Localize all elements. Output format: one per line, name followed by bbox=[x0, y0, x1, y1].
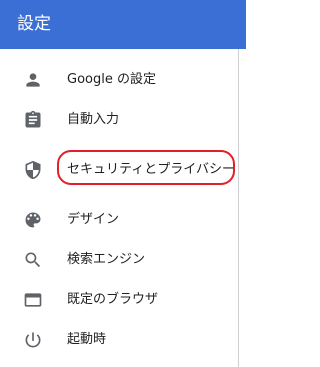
sidebar-item-label: 起動時 bbox=[67, 332, 107, 347]
search-icon bbox=[23, 250, 43, 270]
browser-icon bbox=[23, 290, 43, 310]
palette-icon bbox=[23, 210, 43, 230]
shield-icon bbox=[23, 160, 43, 180]
sidebar-item-autofill[interactable]: 自動入力 bbox=[0, 100, 238, 140]
sidebar-item-default-browser[interactable]: 既定のブラウザ bbox=[0, 280, 238, 320]
sidebar-item-on-startup[interactable]: 起動時 bbox=[0, 320, 238, 360]
person-icon bbox=[23, 70, 43, 90]
sidebar-item-security-privacy[interactable]: セキュリティとプライバシー bbox=[0, 140, 238, 200]
sidebar-item-search-engine[interactable]: 検索エンジン bbox=[0, 240, 238, 280]
sidebar-item-label: Google の設定 bbox=[67, 72, 156, 87]
sidebar-item-label: デザイン bbox=[67, 212, 120, 227]
settings-sidebar-nav: Google の設定 自動入力 セキュリティとプライバシー デザイン 検索エンジ… bbox=[0, 60, 238, 360]
sidebar-divider bbox=[238, 49, 239, 367]
settings-screen: 設定 Google の設定 自動入力 セキュリティとプライバシー デザイン 検索… bbox=[0, 0, 246, 367]
sidebar-item-label: セキュリティとプライバシー bbox=[67, 162, 235, 177]
sidebar-item-label: 自動入力 bbox=[67, 112, 120, 127]
settings-header: 設定 bbox=[0, 0, 246, 49]
clipboard-icon bbox=[23, 110, 43, 130]
sidebar-item-google-settings[interactable]: Google の設定 bbox=[0, 60, 238, 100]
page-title: 設定 bbox=[17, 14, 51, 34]
power-icon bbox=[23, 330, 43, 350]
sidebar-item-label: 検索エンジン bbox=[67, 252, 146, 267]
sidebar-item-label: 既定のブラウザ bbox=[67, 292, 159, 307]
sidebar-item-appearance[interactable]: デザイン bbox=[0, 200, 238, 240]
